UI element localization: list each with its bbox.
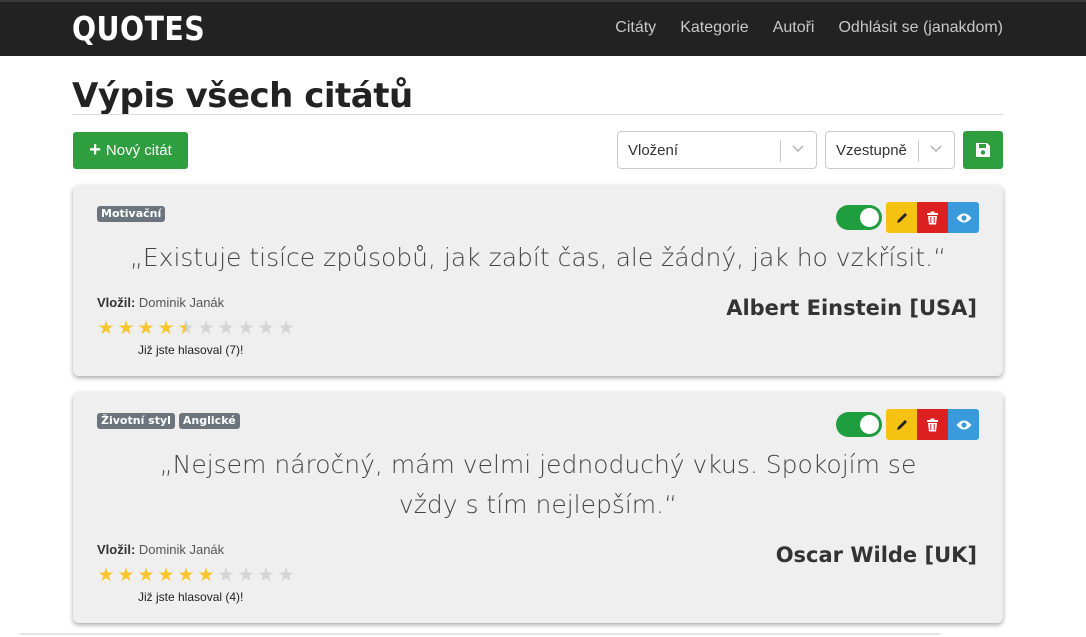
brand-logo[interactable]: QUOTES	[72, 9, 205, 48]
quote-author[interactable]: Oscar Wilde [UK]	[776, 543, 977, 567]
vote-status: Již jste hlasoval (4)!	[138, 590, 244, 604]
star-icon[interactable]: ★	[276, 566, 296, 586]
quote-card: Životní styl Anglické „Nejsem náročný, m…	[73, 392, 1003, 623]
added-by-name: Dominik Janák	[138, 542, 225, 557]
star-icon[interactable]: ★	[136, 319, 156, 339]
pencil-icon	[896, 419, 907, 430]
trash-icon	[927, 211, 938, 224]
star-icon[interactable]: ★	[156, 566, 176, 586]
title-divider	[72, 114, 1003, 115]
rating-stars[interactable]: ★ ★ ★ ★ ★ ★ ★ ★ ★ ★	[96, 566, 296, 586]
new-quote-label: Nový citát	[105, 142, 172, 159]
view-button[interactable]	[948, 202, 979, 233]
added-by: Vložil: Dominik Janák	[97, 542, 224, 557]
trash-icon	[927, 418, 938, 431]
edit-button[interactable]	[886, 202, 917, 233]
quote-author[interactable]: Albert Einstein [USA]	[726, 296, 977, 320]
plus-icon: +	[89, 138, 101, 161]
star-icon[interactable]: ★	[216, 319, 236, 339]
footer-divider	[20, 633, 940, 635]
navbar: QUOTES Citáty Kategorie Autoři Odhlásit …	[0, 0, 1086, 56]
star-icon[interactable]: ★	[96, 319, 116, 339]
star-icon[interactable]: ★	[176, 566, 196, 586]
star-icon[interactable]: ★	[256, 319, 276, 339]
added-by-name: Dominik Janák	[138, 295, 225, 310]
quote-actions	[836, 202, 979, 233]
tag-badge[interactable]: Anglické	[178, 413, 240, 429]
nav-link-logout[interactable]: Odhlásit se (janakdom)	[838, 19, 1003, 37]
delete-button[interactable]	[917, 409, 948, 440]
floppy-disk-icon	[976, 143, 990, 157]
select-separator	[780, 140, 781, 162]
toggle-knob	[860, 415, 879, 434]
chevron-down-icon	[930, 145, 942, 153]
nav-link-categories[interactable]: Kategorie	[680, 19, 749, 37]
star-icon[interactable]: ★	[236, 319, 256, 339]
tag-list: Motivační	[97, 206, 166, 222]
tag-badge[interactable]: Motivační	[97, 206, 166, 222]
chevron-down-icon	[792, 145, 804, 153]
tag-list: Životní styl Anglické	[97, 413, 240, 429]
save-sort-button[interactable]	[963, 131, 1003, 169]
star-icon[interactable]: ★	[136, 566, 156, 586]
quote-actions	[836, 409, 979, 440]
new-quote-button[interactable]: + Nový citát	[73, 132, 188, 169]
sort-order-select[interactable]: Vzestupně	[825, 131, 955, 169]
star-icon[interactable]: ★	[116, 566, 136, 586]
nav-link-authors[interactable]: Autoři	[773, 19, 815, 37]
rating-stars[interactable]: ★ ★ ★ ★ ★ ★ ★ ★ ★ ★	[96, 319, 296, 339]
eye-icon	[956, 213, 971, 222]
view-button[interactable]	[948, 409, 979, 440]
delete-button[interactable]	[917, 202, 948, 233]
added-by: Vložil: Dominik Janák	[97, 295, 224, 310]
tag-badge[interactable]: Životní styl	[97, 413, 175, 429]
sort-order-value: Vzestupně	[836, 142, 907, 159]
sort-field-select[interactable]: Vložení	[617, 131, 817, 169]
star-icon[interactable]: ★	[276, 319, 296, 339]
star-icon[interactable]: ★	[96, 566, 116, 586]
toggle-knob	[860, 208, 879, 227]
added-by-label: Vložil:	[97, 295, 136, 310]
star-icon[interactable]: ★	[196, 566, 216, 586]
sort-field-value: Vložení	[628, 142, 679, 159]
added-by-label: Vložil:	[97, 542, 136, 557]
pencil-icon	[896, 212, 907, 223]
star-icon[interactable]: ★	[256, 566, 276, 586]
enabled-toggle[interactable]	[836, 412, 882, 437]
page-title: Výpis všech citátů	[72, 76, 413, 116]
star-icon[interactable]: ★	[156, 319, 176, 339]
star-icon[interactable]: ★	[236, 566, 256, 586]
select-separator	[918, 140, 919, 162]
edit-button[interactable]	[886, 409, 917, 440]
star-icon[interactable]: ★	[116, 319, 136, 339]
star-icon[interactable]: ★	[196, 319, 216, 339]
vote-status: Již jste hlasoval (7)!	[138, 343, 244, 357]
eye-icon	[956, 420, 971, 429]
quote-text: „Nejsem náročný, mám velmi jednoduchý vk…	[159, 450, 917, 519]
star-icon[interactable]: ★	[176, 319, 196, 339]
quote-card: Motivační „Existuje tisíce způsobů, jak …	[73, 185, 1003, 376]
nav-link-quotes[interactable]: Citáty	[615, 19, 656, 37]
nav-links: Citáty Kategorie Autoři Odhlásit se (jan…	[615, 19, 1003, 37]
star-icon[interactable]: ★	[216, 566, 236, 586]
quote-text: „Existuje tisíce způsobů, jak zabít čas,…	[129, 243, 947, 272]
enabled-toggle[interactable]	[836, 205, 882, 230]
